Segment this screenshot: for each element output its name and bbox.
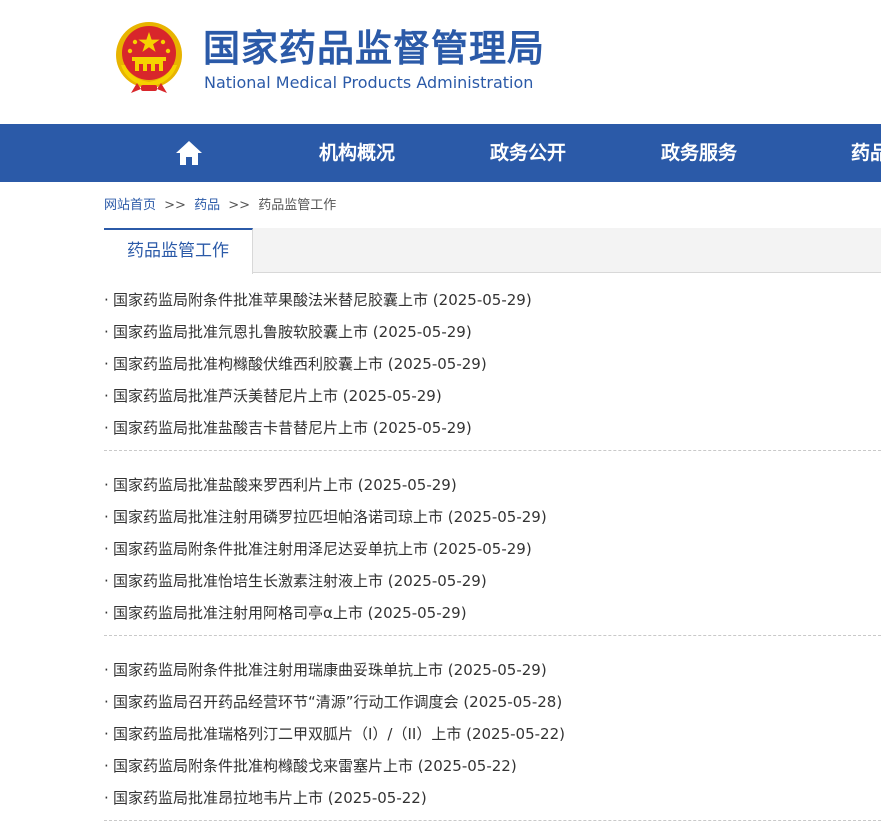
bullet-icon: ·: [104, 572, 109, 590]
bullet-icon: ·: [104, 661, 109, 679]
list-item: · 国家药监局批准盐酸吉卡昔替尼片上市 (2025-05-29): [104, 412, 881, 444]
breadcrumb-link-drugs[interactable]: 药品: [194, 198, 220, 213]
site-header: 国家药品监督管理局 National Medical Products Admi…: [0, 0, 881, 124]
news-link[interactable]: 国家药监局附条件批准注射用泽尼达妥单抗上市: [113, 540, 428, 558]
news-link[interactable]: 国家药监局批准昂拉地韦片上市: [113, 789, 323, 807]
bullet-icon: ·: [104, 476, 109, 494]
news-date: (2025-05-29): [432, 291, 532, 309]
bullet-icon: ·: [104, 540, 109, 558]
news-link[interactable]: 国家药监局批准瑞格列汀二甲双胍片（I）/（II）上市: [113, 725, 461, 743]
list-item: · 国家药监局召开药品经营环节“清源”行动工作调度会 (2025-05-28): [104, 686, 881, 718]
national-emblem-icon[interactable]: [113, 21, 185, 95]
news-date: (2025-05-29): [432, 540, 532, 558]
main-navigation: 机构概况 政务公开 政务服务 药品: [0, 124, 881, 182]
news-link[interactable]: 国家药监局批准注射用磷罗拉匹坦帕洛诺司琼上市: [113, 508, 443, 526]
news-date: (2025-05-22): [466, 725, 565, 743]
nav-item-about[interactable]: 机构概况: [319, 124, 395, 182]
news-date: (2025-05-29): [342, 387, 442, 405]
list-item: · 国家药监局批准注射用阿格司亭α上市 (2025-05-29): [104, 597, 881, 629]
home-icon[interactable]: [175, 140, 203, 166]
news-group: · 国家药监局批准盐酸来罗西利片上市 (2025-05-29) · 国家药监局批准注射…: [104, 451, 881, 636]
tab-bar: 药品监管工作: [104, 228, 881, 274]
list-item: · 国家药监局批准枸橼酸伏维西利胶囊上市 (2025-05-29): [104, 348, 881, 380]
bullet-icon: ·: [104, 291, 109, 309]
tab-drug-supervision[interactable]: 药品监管工作: [104, 228, 253, 274]
breadcrumb-current: 药品监管工作: [258, 198, 337, 213]
news-link[interactable]: 国家药监局附条件批准枸橼酸戈来雷塞片上市: [113, 757, 413, 775]
news-link[interactable]: 国家药监局批准怡培生长激素注射液上市: [113, 572, 383, 590]
news-link[interactable]: 国家药监局批准枸橼酸伏维西利胶囊上市: [113, 355, 383, 373]
bullet-icon: ·: [104, 757, 109, 775]
breadcrumb-separator: >>: [228, 198, 251, 213]
list-item: · 国家药监局批准芦沃美替尼片上市 (2025-05-29): [104, 380, 881, 412]
breadcrumb: 网站首页 >> 药品 >> 药品监管工作: [104, 196, 336, 216]
bullet-icon: ·: [104, 419, 109, 437]
news-date: (2025-05-29): [372, 419, 472, 437]
news-date: (2025-05-29): [387, 355, 487, 373]
news-link[interactable]: 国家药监局批准盐酸吉卡昔替尼片上市: [113, 419, 368, 437]
breadcrumb-link-home[interactable]: 网站首页: [104, 198, 156, 213]
list-item: · 国家药监局附条件批准苹果酸法米替尼胶囊上市 (2025-05-29): [104, 284, 881, 316]
news-link[interactable]: 国家药监局批准注射用阿格司亭α上市: [113, 604, 363, 622]
site-title: 国家药品监督管理局: [203, 27, 545, 70]
news-group: · 国家药监局附条件批准注射用瑞康曲妥珠单抗上市 (2025-05-29) · 国家药…: [104, 636, 881, 821]
breadcrumb-separator: >>: [164, 198, 186, 213]
news-date: (2025-05-29): [357, 476, 457, 494]
news-date: (2025-05-29): [387, 572, 487, 590]
list-item: · 国家药监局批准怡培生长激素注射液上市 (2025-05-29): [104, 565, 881, 597]
nav-item-services[interactable]: 政务服务: [661, 124, 737, 182]
bullet-icon: ·: [104, 789, 109, 807]
news-link[interactable]: 国家药监局附条件批准注射用瑞康曲妥珠单抗上市: [113, 661, 443, 679]
news-date: (2025-05-29): [372, 323, 472, 341]
news-date: (2025-05-29): [447, 661, 547, 679]
news-list: · 国家药监局附条件批准苹果酸法米替尼胶囊上市 (2025-05-29) · 国家药监…: [104, 284, 881, 821]
news-date: (2025-05-29): [367, 604, 467, 622]
list-item: · 国家药监局批准昂拉地韦片上市 (2025-05-22): [104, 782, 881, 814]
bullet-icon: ·: [104, 323, 109, 341]
news-link[interactable]: 国家药监局批准盐酸来罗西利片上市: [113, 476, 353, 494]
bullet-icon: ·: [104, 693, 109, 711]
bullet-icon: ·: [104, 355, 109, 373]
news-date: (2025-05-22): [417, 757, 517, 775]
nav-item-drugs[interactable]: 药品: [851, 124, 881, 182]
list-item: · 国家药监局批准盐酸来罗西利片上市 (2025-05-29): [104, 469, 881, 501]
news-link[interactable]: 国家药监局附条件批准苹果酸法米替尼胶囊上市: [113, 291, 428, 309]
news-group: · 国家药监局附条件批准苹果酸法米替尼胶囊上市 (2025-05-29) · 国家药监…: [104, 284, 881, 451]
nav-item-government-affairs[interactable]: 政务公开: [490, 124, 566, 182]
list-item: · 国家药监局附条件批准注射用瑞康曲妥珠单抗上市 (2025-05-29): [104, 654, 881, 686]
news-date: (2025-05-28): [463, 693, 563, 711]
news-link[interactable]: 国家药监局召开药品经营环节“清源”行动工作调度会: [113, 693, 459, 711]
news-date: (2025-05-29): [447, 508, 547, 526]
list-item: · 国家药监局批准注射用磷罗拉匹坦帕洛诺司琼上市 (2025-05-29): [104, 501, 881, 533]
list-item: · 国家药监局附条件批准枸橼酸戈来雷塞片上市 (2025-05-22): [104, 750, 881, 782]
news-date: (2025-05-22): [327, 789, 427, 807]
news-link[interactable]: 国家药监局批准氘恩扎鲁胺软胶囊上市: [113, 323, 368, 341]
bullet-icon: ·: [104, 508, 109, 526]
bullet-icon: ·: [104, 604, 109, 622]
list-item: · 国家药监局附条件批准注射用泽尼达妥单抗上市 (2025-05-29): [104, 533, 881, 565]
site-subtitle: National Medical Products Administration: [204, 73, 534, 92]
bullet-icon: ·: [104, 725, 109, 743]
list-item: · 国家药监局批准瑞格列汀二甲双胍片（I）/（II）上市 (2025-05-22): [104, 718, 881, 750]
news-link[interactable]: 国家药监局批准芦沃美替尼片上市: [113, 387, 338, 405]
list-item: · 国家药监局批准氘恩扎鲁胺软胶囊上市 (2025-05-29): [104, 316, 881, 348]
bullet-icon: ·: [104, 387, 109, 405]
